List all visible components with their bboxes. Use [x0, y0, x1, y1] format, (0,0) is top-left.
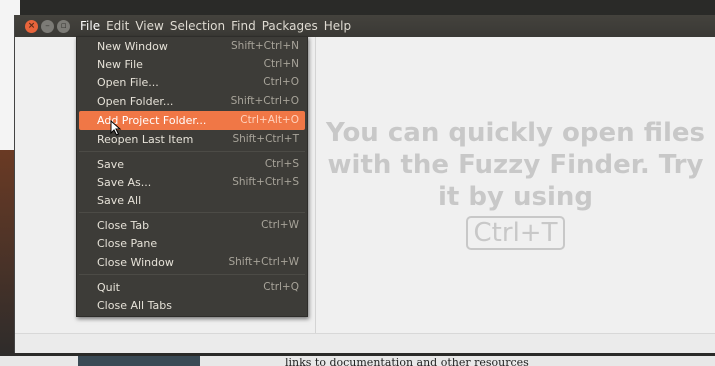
menu-help[interactable]: Help: [321, 15, 354, 37]
close-window-icon[interactable]: ×: [25, 20, 38, 33]
menu-item-label: Save: [97, 158, 125, 171]
menu-item-shortcut: Ctrl+O: [263, 76, 299, 88]
file-menu-dropdown: New Window Shift+Ctrl+N New File Ctrl+N …: [76, 36, 308, 317]
menu-file[interactable]: File: [77, 15, 103, 37]
menu-item-close-pane[interactable]: Close Pane: [77, 234, 307, 253]
menu-separator: [79, 274, 305, 275]
menu-item-label: Open Folder...: [97, 95, 174, 108]
menu-item-label: New Window: [97, 40, 168, 53]
fuzzy-finder-hint: You can quickly open files with the Fuzz…: [315, 117, 715, 250]
menu-item-close-all-tabs[interactable]: Close All Tabs: [77, 296, 307, 315]
menu-item-save-as[interactable]: Save As... Shift+Ctrl+S: [77, 173, 307, 192]
menu-item-label: Open File...: [97, 76, 159, 89]
hint-shortcut-key: Ctrl+T: [465, 216, 566, 250]
menu-item-shortcut: Ctrl+W: [261, 219, 299, 231]
tree-view-panel: [15, 37, 77, 353]
menu-separator: [79, 151, 305, 152]
background-dark-block: [78, 356, 200, 366]
menu-item-new-window[interactable]: New Window Shift+Ctrl+N: [77, 37, 307, 56]
menu-item-shortcut: Shift+Ctrl+T: [232, 133, 299, 145]
hint-text: You can quickly open files with the Fuzz…: [326, 118, 705, 212]
menu-item-new-file[interactable]: New File Ctrl+N: [77, 55, 307, 74]
menu-find[interactable]: Find: [228, 15, 259, 37]
menu-selection[interactable]: Selection: [167, 15, 228, 37]
background-bottom-text: links to documentation and other resourc…: [285, 358, 529, 366]
menu-item-shortcut: Shift+Ctrl+O: [230, 95, 299, 107]
menu-edit[interactable]: Edit: [103, 15, 132, 37]
menu-view[interactable]: View: [132, 15, 166, 37]
menu-item-open-folder[interactable]: Open Folder... Shift+Ctrl+O: [77, 92, 307, 111]
menu-item-shortcut: Ctrl+N: [263, 58, 299, 70]
title-bar: × – ▫ File Edit View Selection Find Pack…: [15, 15, 715, 37]
menu-item-shortcut: Shift+Ctrl+N: [231, 40, 299, 52]
menu-item-close-window[interactable]: Close Window Shift+Ctrl+W: [77, 253, 307, 272]
menu-item-label: New File: [97, 58, 143, 71]
menu-item-save-all[interactable]: Save All: [77, 191, 307, 210]
menu-item-shortcut: Shift+Ctrl+S: [232, 176, 299, 188]
maximize-window-icon[interactable]: ▫: [57, 20, 70, 33]
menu-item-close-tab[interactable]: Close Tab Ctrl+W: [77, 216, 307, 235]
menu-item-save[interactable]: Save Ctrl+S: [77, 155, 307, 174]
minimize-window-icon[interactable]: –: [41, 20, 54, 33]
menu-item-open-file[interactable]: Open File... Ctrl+O: [77, 73, 307, 92]
menu-item-label: Close Pane: [97, 237, 158, 250]
menu-item-label: Save As...: [97, 176, 152, 189]
menu-packages[interactable]: Packages: [259, 15, 321, 37]
menu-item-label: Quit: [97, 281, 120, 294]
menu-separator: [79, 212, 305, 213]
menu-item-label: Save All: [97, 194, 142, 207]
mouse-pointer-icon: [110, 120, 122, 136]
menu-item-shortcut: Shift+Ctrl+W: [228, 256, 299, 268]
menu-item-shortcut: Ctrl+Alt+O: [240, 114, 299, 126]
menu-item-quit[interactable]: Quit Ctrl+Q: [77, 278, 307, 297]
menu-item-label: Close All Tabs: [97, 299, 172, 312]
menu-item-shortcut: Ctrl+Q: [263, 281, 299, 293]
menu-item-label: Close Window: [97, 256, 174, 269]
menu-bar: File Edit View Selection Find Packages H…: [77, 15, 354, 37]
menu-item-shortcut: Ctrl+S: [264, 158, 299, 170]
status-bar: [15, 334, 715, 353]
menu-item-label: Close Tab: [97, 219, 150, 232]
